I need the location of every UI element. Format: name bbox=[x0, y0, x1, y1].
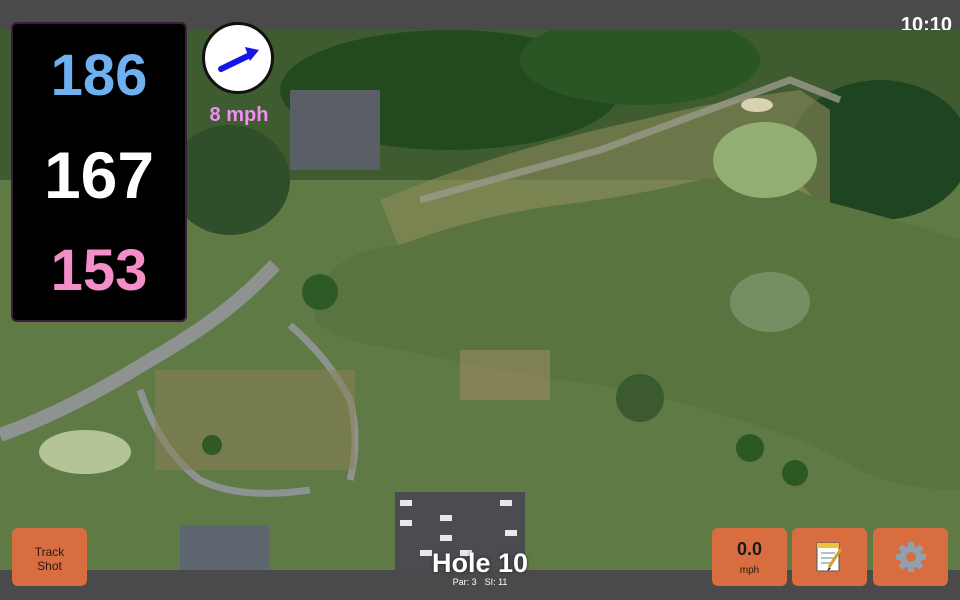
gear-icon bbox=[896, 542, 926, 572]
middle-distance: 167 bbox=[43, 138, 155, 212]
notepad-icon bbox=[816, 542, 843, 572]
track-shot-label-line2: Shot bbox=[37, 559, 62, 573]
front-distance: 153 bbox=[50, 238, 148, 303]
track-shot-label-line1: Track bbox=[34, 545, 65, 559]
speed-unit: mph bbox=[739, 565, 760, 576]
settings-button[interactable] bbox=[873, 528, 948, 586]
distance-panel: 186 167 153 bbox=[11, 22, 187, 322]
hole-stroke-index: SI: 11 bbox=[484, 577, 508, 587]
hole-info: Par: 3 SI: 11 bbox=[380, 577, 580, 587]
notes-button[interactable] bbox=[792, 528, 867, 586]
wind-direction-indicator bbox=[202, 22, 274, 94]
wind-direction-arrow-icon bbox=[218, 47, 259, 72]
speed-button[interactable]: 0.0 mph bbox=[712, 528, 787, 586]
speed-value: 0.0 bbox=[736, 539, 763, 559]
wind-speed: 8 mph bbox=[209, 104, 269, 126]
track-shot-button[interactable]: Track Shot bbox=[12, 528, 87, 586]
hole-title: Hole 10 bbox=[431, 548, 529, 578]
back-distance: 186 bbox=[50, 43, 148, 108]
hole-par: Par: 3 bbox=[452, 577, 477, 587]
